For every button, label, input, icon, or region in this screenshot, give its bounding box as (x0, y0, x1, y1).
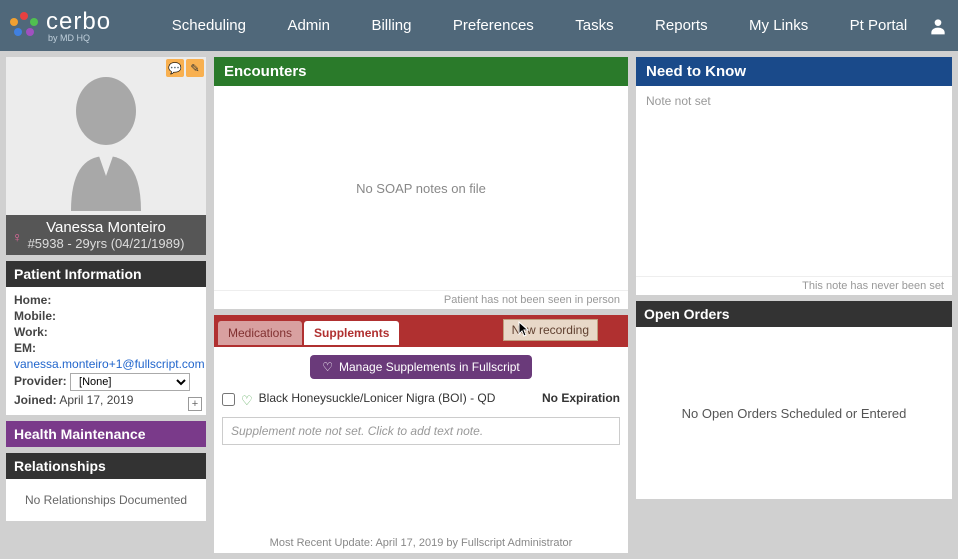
supplement-row: ♡ Black Honeysuckle/Lonicer Nigra (BOI) … (222, 387, 620, 413)
supplement-leaf-icon: ♡ (241, 393, 253, 409)
top-nav: cerbo by MD HQ Scheduling Admin Billing … (0, 0, 958, 51)
ntk-header: Need to Know (636, 57, 952, 86)
nav-billing[interactable]: Billing (363, 13, 419, 38)
relationships-panel: Relationships No Relationships Documente… (6, 453, 206, 521)
patient-info-panel: Patient Information Home: Mobile: Work: … (6, 261, 206, 415)
nav-reports[interactable]: Reports (647, 13, 716, 38)
nav-tasks[interactable]: Tasks (567, 13, 621, 38)
home-label: Home: (14, 293, 51, 307)
meds-supplements-panel: Medications Supplements New recording ♡ … (214, 315, 628, 553)
brand-logo[interactable]: cerbo by MD HQ (10, 8, 111, 43)
patient-email-link[interactable]: vanessa.monteiro+1@fullscript.com (14, 357, 205, 371)
patient-dob: (04/21/1989) (111, 236, 185, 251)
encounters-footer: Patient has not been seen in person (214, 290, 628, 309)
provider-select[interactable]: [None] (70, 373, 190, 391)
patient-name: Vanessa Monteiro (10, 219, 202, 236)
encounters-empty: No SOAP notes on file (214, 86, 628, 290)
open-orders-header: Open Orders (636, 301, 952, 327)
new-recording-label: New recording (512, 323, 589, 337)
encounters-panel: Encounters No SOAP notes on file Patient… (214, 57, 628, 309)
mobile-label: Mobile: (14, 309, 56, 323)
work-label: Work: (14, 325, 48, 339)
patient-name-bar: ♀ Vanessa Monteiro #5938 - 29yrs (04/21/… (6, 215, 206, 255)
new-recording-badge[interactable]: New recording (503, 319, 598, 341)
edit-icon[interactable]: ✎ (186, 59, 204, 77)
tab-medications[interactable]: Medications (218, 321, 302, 345)
supplement-note-input[interactable]: Supplement note not set. Click to add te… (222, 417, 620, 445)
meds-footer: Most Recent Update: April 17, 2019 by Fu… (214, 533, 628, 553)
open-orders-panel: Open Orders No Open Orders Scheduled or … (636, 301, 952, 499)
health-maintenance-header[interactable]: Health Maintenance (6, 421, 206, 447)
nav-scheduling[interactable]: Scheduling (164, 13, 254, 38)
nav-mylinks[interactable]: My Links (741, 13, 816, 38)
provider-label: Provider: (14, 374, 67, 388)
user-menu-icon[interactable] (928, 16, 948, 36)
supplement-name[interactable]: Black Honeysuckle/Lonicer Nigra (BOI) - … (259, 391, 536, 405)
em-label: EM: (14, 341, 36, 355)
nav-admin[interactable]: Admin (279, 13, 338, 38)
gender-female-icon: ♀ (12, 229, 23, 245)
patient-card: 💬 ✎ ♀ Vanessa Monteiro #5938 - 29yrs (04… (6, 57, 206, 255)
manage-fullscript-label: Manage Supplements in Fullscript (339, 360, 520, 374)
patient-meta: #5938 - 29yrs (04/21/1989) (10, 236, 202, 251)
nav-menu: Scheduling Admin Billing Preferences Tas… (141, 13, 928, 38)
patient-info-header: Patient Information (6, 261, 206, 287)
nav-ptportal[interactable]: Pt Portal (842, 13, 916, 38)
ntk-empty[interactable]: Note not set (636, 86, 952, 276)
tab-supplements[interactable]: Supplements (304, 321, 399, 345)
nav-preferences[interactable]: Preferences (445, 13, 542, 38)
joined-value: April 17, 2019 (59, 393, 133, 407)
brand-icon (10, 12, 38, 40)
supplement-checkbox[interactable] (222, 393, 235, 406)
open-orders-empty: No Open Orders Scheduled or Entered (636, 327, 952, 499)
expand-icon[interactable]: + (188, 397, 202, 411)
encounters-header: Encounters (214, 57, 628, 86)
brand-name: cerbo (46, 8, 111, 35)
relationships-header: Relationships (6, 453, 206, 479)
meds-tabs: Medications Supplements New recording (214, 315, 628, 347)
supplement-expiry: No Expiration (542, 391, 620, 405)
avatar-placeholder-icon (51, 61, 161, 211)
chat-icon[interactable]: 💬 (166, 59, 184, 77)
patient-age: 29yrs (75, 236, 107, 251)
patient-avatar-wrap: 💬 ✎ (6, 57, 206, 215)
relationships-empty: No Relationships Documented (6, 479, 206, 521)
health-maintenance-panel: Health Maintenance (6, 421, 206, 447)
need-to-know-panel: Need to Know Note not set This note has … (636, 57, 952, 295)
ntk-footer: This note has never been set (636, 276, 952, 295)
manage-fullscript-button[interactable]: ♡ Manage Supplements in Fullscript (310, 355, 532, 379)
patient-id: #5938 (28, 236, 64, 251)
joined-label: Joined: (14, 393, 57, 407)
fullscript-icon: ♡ (322, 360, 333, 374)
